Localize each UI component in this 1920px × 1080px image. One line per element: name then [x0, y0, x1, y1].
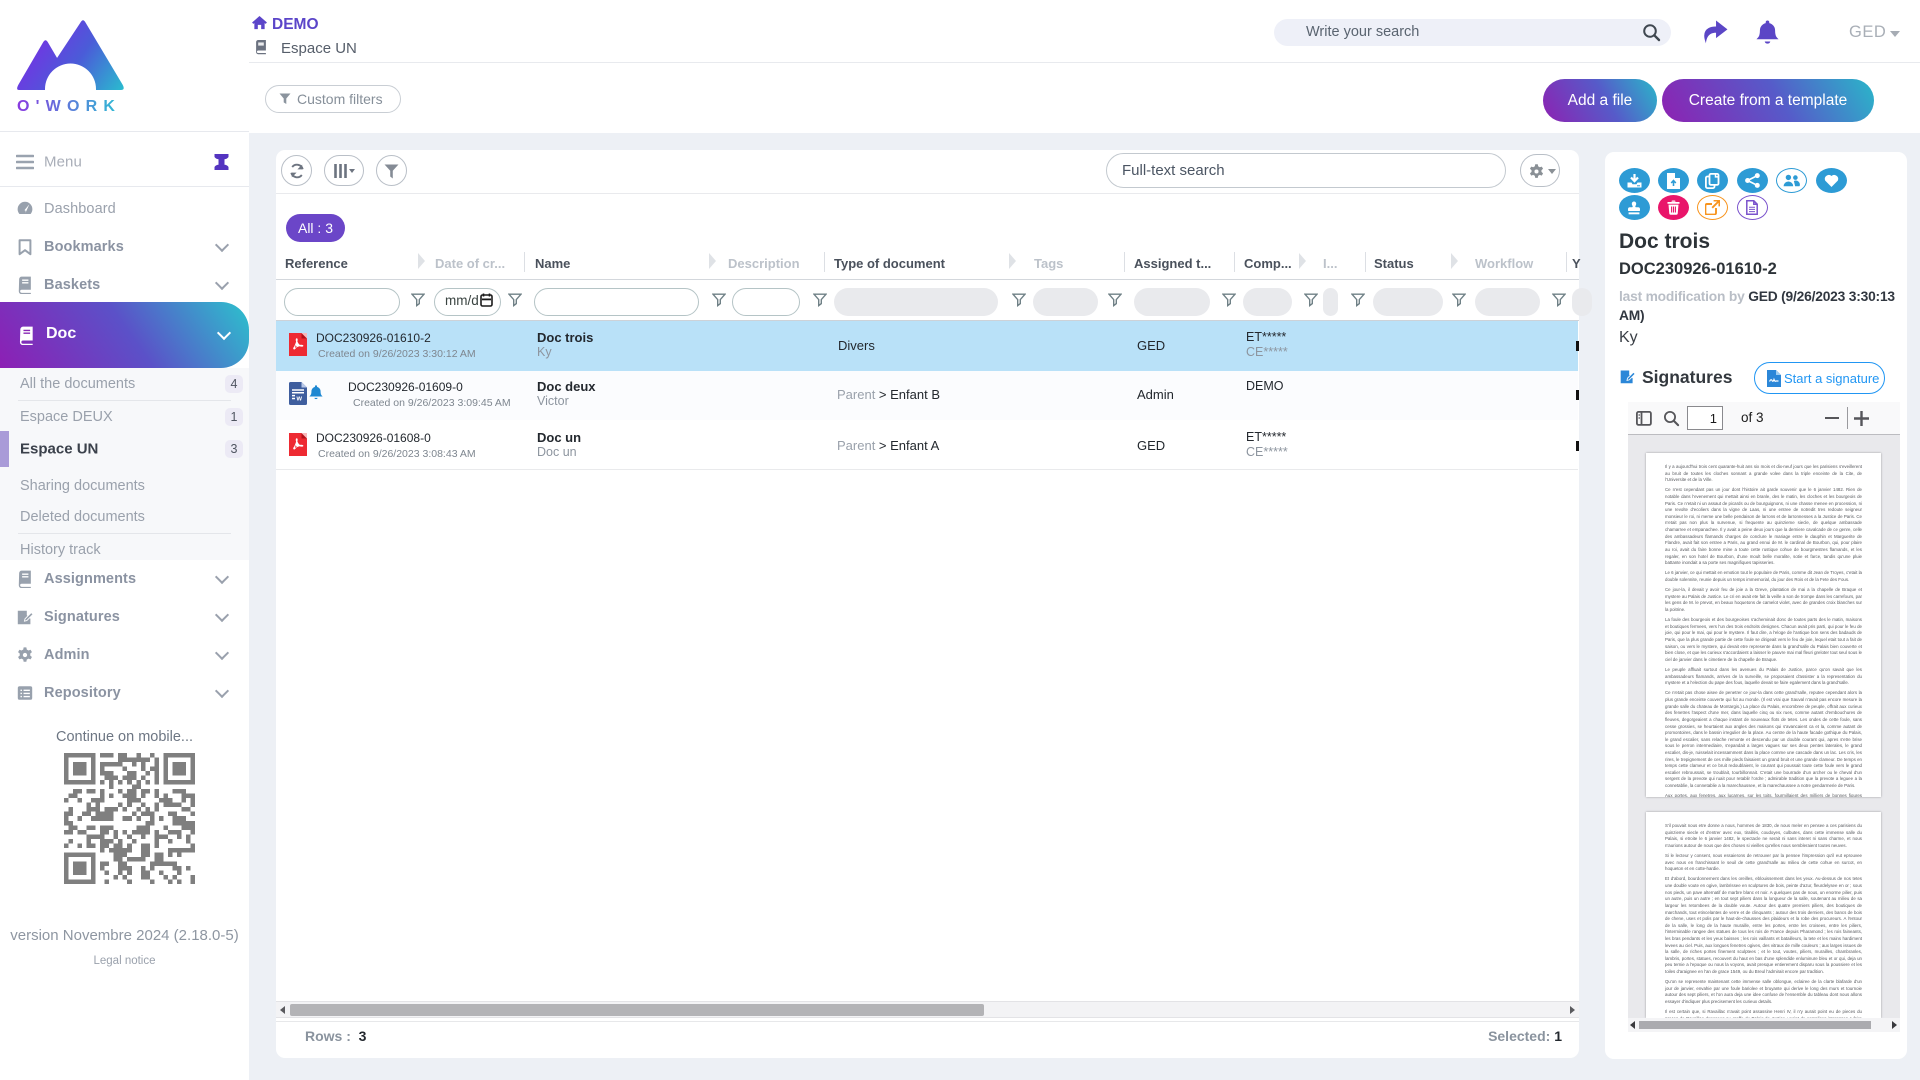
- svg-text:O'WORK: O'WORK: [17, 98, 121, 113]
- svg-text:w: w: [296, 396, 303, 403]
